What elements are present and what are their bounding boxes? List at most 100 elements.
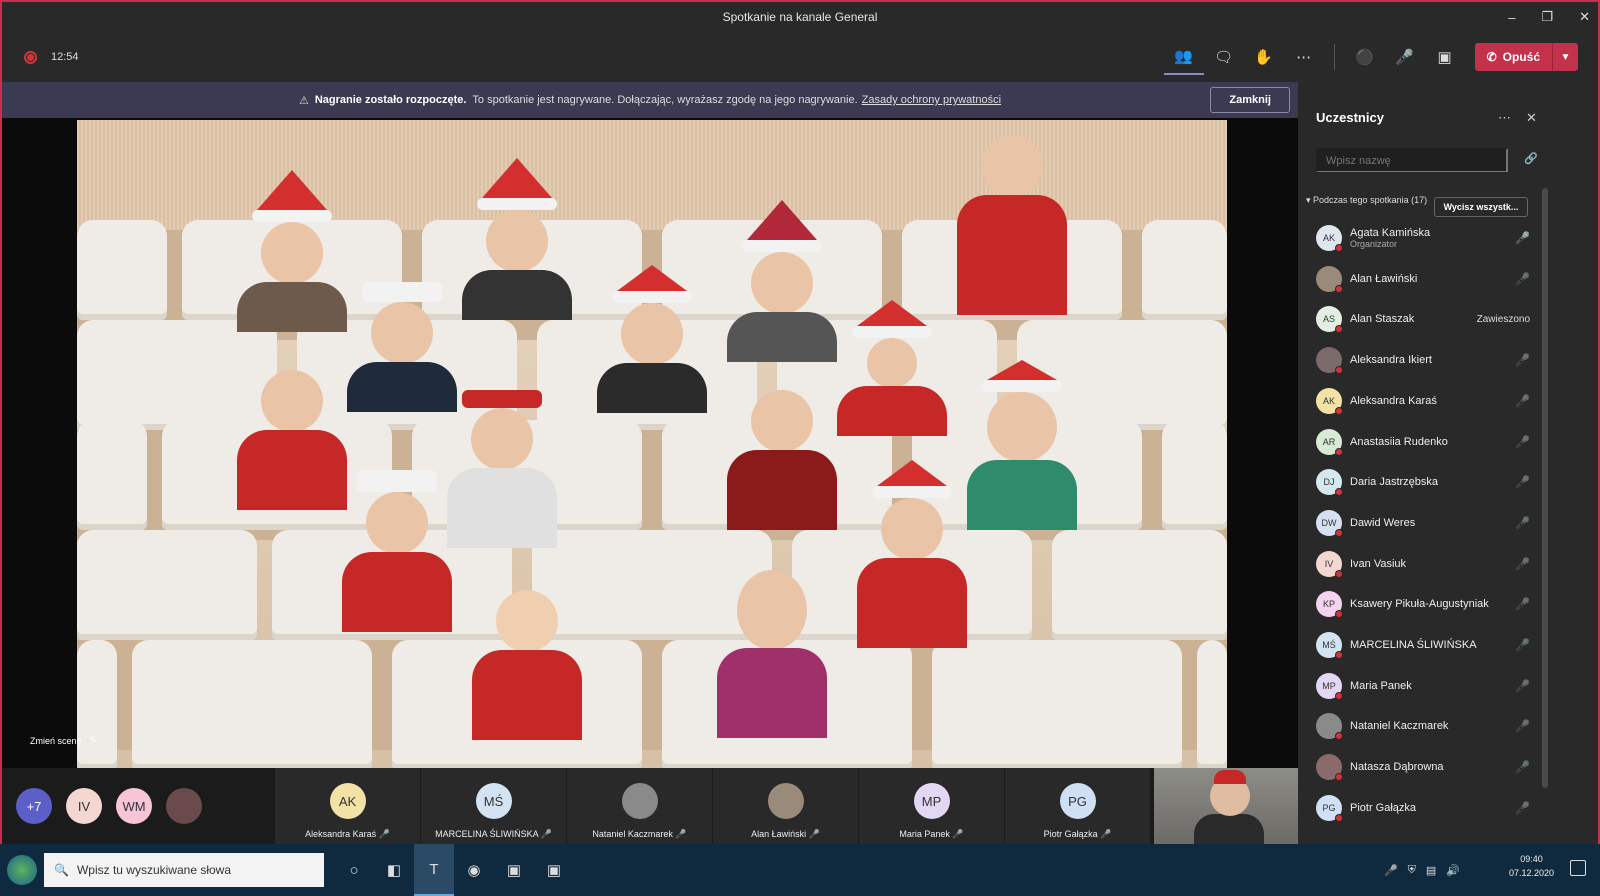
participant-row[interactable]: AK Aleksandra Karaś 🎤 (1298, 381, 1598, 421)
panel-title: Uczestnicy (1316, 110, 1384, 125)
teams-app-icon[interactable]: T (414, 844, 454, 896)
taskbar-apps: ○ ◧ T ◉ ▣ ▣ (334, 844, 574, 896)
scene-seat (77, 640, 117, 768)
microphone-icon[interactable]: 🎤 (1385, 39, 1425, 75)
participant-row[interactable]: IV Ivan Vasiuk 🎤 (1298, 544, 1598, 584)
dismiss-banner-button[interactable]: Zamknij (1210, 87, 1290, 113)
camera-icon[interactable]: ⚫ (1345, 39, 1385, 75)
participant-search-input[interactable] (1316, 148, 1508, 172)
avatar[interactable]: WM (116, 788, 152, 824)
mute-all-button[interactable]: Wycisz wszystk... (1434, 197, 1528, 217)
network-icon[interactable]: ▤ (1426, 864, 1436, 877)
cortana-icon[interactable]: ○ (334, 844, 374, 896)
microphone-tray-icon[interactable]: 🎤 (1384, 864, 1398, 877)
avatar[interactable]: IV (66, 788, 102, 824)
mic-off-icon: 🎤 (1515, 678, 1530, 693)
toolbar-divider (1333, 44, 1335, 70)
avatar: KP (1316, 591, 1343, 619)
scene-participant (857, 460, 967, 648)
scrollbar[interactable] (1542, 188, 1548, 788)
participant-name-text: Daria Jastrzębska (1350, 476, 1439, 489)
participant-row[interactable]: DW Dawid Weres 🎤 (1298, 503, 1598, 543)
participant-row[interactable]: Aleksandra Ikiert 🎤 (1298, 340, 1598, 380)
leave-button[interactable]: ✆ Opuść ▼ (1474, 43, 1578, 71)
app-icon[interactable]: ▣ (494, 844, 534, 896)
participant-row[interactable]: Alan Ławiński 🎤 (1298, 259, 1598, 299)
raise-hand-icon[interactable]: ✋ (1244, 39, 1284, 75)
meeting-toolbar: 12:54 👥 🗨 ✋ ⋯ ⚫ 🎤 ▣ ✆ Opuść ▼ (2, 32, 1598, 82)
together-mode-scene (77, 120, 1227, 768)
avatar[interactable] (166, 788, 202, 824)
participants-icon[interactable]: 👥 (1163, 39, 1204, 75)
chevron-down-icon[interactable]: ▼ (1552, 43, 1578, 71)
self-view-video[interactable] (1154, 768, 1298, 844)
scene-participant (967, 360, 1077, 530)
participant-role: Organizator (1350, 239, 1398, 249)
tile-name: Nataniel Kaczmarek 🎤 (592, 829, 687, 839)
scene-participant (837, 300, 947, 436)
chat-icon[interactable]: 🗨 (1204, 39, 1244, 75)
privacy-policy-link[interactable]: Zasady ochrony prywatności (862, 94, 1001, 106)
toolbar-actions: 👥 🗨 ✋ ⋯ ⚫ 🎤 ▣ ✆ Opuść ▼ (1163, 32, 1578, 82)
volume-icon[interactable]: 🔊 (1446, 864, 1460, 877)
section-header[interactable]: ▾ Podczas tego spotkania (17) (1306, 195, 1436, 206)
participant-row[interactable]: Natasza Dąbrowna 🎤 (1298, 747, 1598, 787)
system-clock[interactable]: 09:40 07.12.2020 (1509, 852, 1554, 880)
participant-tile[interactable]: PG Piotr Gałązka 🎤 (1004, 768, 1150, 844)
shield-icon[interactable]: ⛨ (1408, 864, 1416, 877)
share-screen-icon[interactable]: ▣ (1425, 39, 1465, 75)
minimize-icon[interactable]: – (1508, 10, 1515, 25)
presence-status-icon (1335, 488, 1343, 497)
participant-row[interactable]: PG Piotr Gałązka 🎤 (1298, 788, 1598, 828)
scene-participant (717, 560, 827, 738)
app-icon[interactable]: ▣ (534, 844, 574, 896)
change-scene-button[interactable]: Zmień scenę ✎ (30, 735, 97, 746)
scene-participant (727, 200, 837, 362)
mic-on-icon: 🎤 (1515, 231, 1530, 245)
participant-row[interactable]: MŚ MARCELINA ŚLIWIŃSKA 🎤 (1298, 625, 1598, 665)
participant-name: Aleksandra Karaś (1350, 395, 1437, 407)
participant-tile[interactable]: MP Maria Panek 🎤 (858, 768, 1004, 844)
leave-button-main[interactable]: ✆ Opuść (1475, 43, 1552, 71)
meeting-stage: Zmień scenę ✎ (2, 118, 1298, 768)
avatar: AK (1316, 225, 1343, 252)
participant-row[interactable]: Nataniel Kaczmarek 🎤 (1298, 706, 1598, 746)
more-actions-icon[interactable]: ⋯ (1284, 39, 1324, 75)
participant-tile[interactable]: AK Aleksandra Karaś 🎤 (274, 768, 420, 844)
meeting-timer: 12:54 (51, 51, 79, 63)
presence-status-icon (1335, 528, 1343, 537)
more-options-icon[interactable]: ⋯ (1498, 110, 1511, 126)
close-panel-icon[interactable]: ✕ (1526, 110, 1537, 126)
avatar (1316, 713, 1343, 741)
participant-row[interactable]: AK Agata Kamińska Organizator 🎤 (1298, 218, 1598, 258)
participant-row[interactable]: DJ Daria Jastrzębska 🎤 (1298, 462, 1598, 502)
windows-logo-icon (7, 855, 37, 885)
participant-tile[interactable]: Nataniel Kaczmarek 🎤 (566, 768, 712, 844)
avatar (767, 783, 804, 819)
participant-row[interactable]: AS Alan Staszak Zawieszono (1298, 299, 1598, 339)
task-view-icon[interactable]: ◧ (374, 844, 414, 896)
avatar (1316, 347, 1343, 375)
share-invite-icon[interactable]: 🔗 (1524, 152, 1538, 165)
taskbar-search[interactable]: 🔍 Wpisz tu wyszukiwane słowa (44, 853, 324, 887)
participant-name-text: MARCELINA ŚLIWIŃSKA (1350, 639, 1477, 651)
participant-row[interactable]: MP Maria Panek 🎤 (1298, 666, 1598, 706)
mic-off-icon: 🎤 (1515, 393, 1530, 408)
scene-participant (472, 580, 582, 740)
participant-tile[interactable]: Alan Ławiński 🎤 (712, 768, 858, 844)
clock-date: 07.12.2020 (1508, 868, 1554, 878)
scene-seat (77, 530, 257, 640)
overflow-count[interactable]: +7 (16, 788, 52, 824)
chrome-icon[interactable]: ◉ (454, 844, 494, 896)
participant-name: Anastasiia Rudenko (1350, 436, 1448, 448)
participant-row[interactable]: KP Ksawery Pikuła-Augustyniak 🎤 (1298, 584, 1598, 624)
notifications-icon[interactable] (1570, 860, 1586, 876)
close-window-icon[interactable]: ✕ (1579, 9, 1590, 25)
participant-row[interactable]: AR Anastasiia Rudenko 🎤 (1298, 422, 1598, 462)
presence-status-icon (1335, 366, 1343, 375)
scene-seat (932, 640, 1182, 768)
scene-participant (957, 125, 1067, 315)
start-button[interactable] (0, 844, 44, 896)
restore-icon[interactable]: ❐ (1541, 9, 1553, 25)
participant-tile[interactable]: MŚ MARCELINA ŚLIWIŃSKA 🎤 (420, 768, 566, 844)
